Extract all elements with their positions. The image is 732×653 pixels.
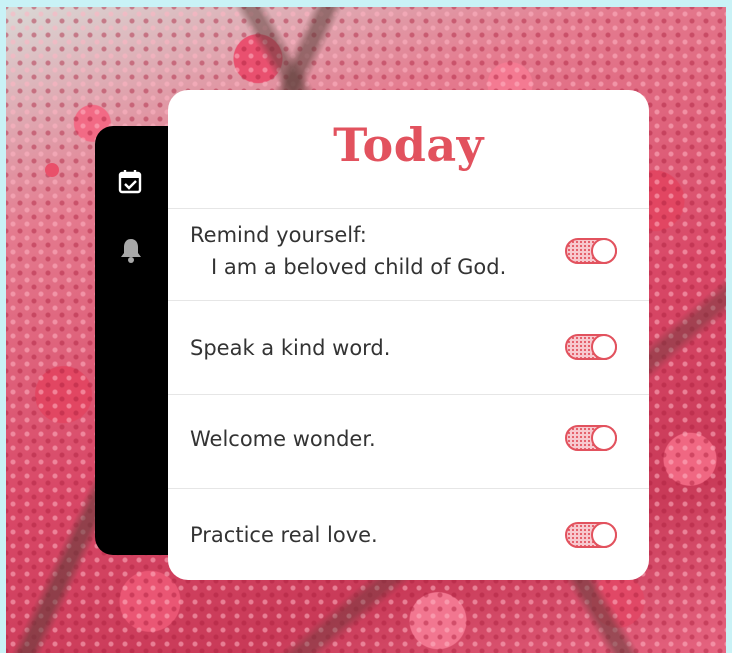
task-toggle[interactable]: [565, 334, 617, 360]
task-label: Remind yourself: I am a beloved child of…: [190, 219, 506, 283]
task-label: Speak a kind word.: [190, 336, 391, 360]
task-label-line1: Remind yourself:: [190, 223, 367, 247]
task-toggle[interactable]: [565, 425, 617, 451]
task-label: Practice real love.: [190, 523, 378, 547]
toggle-knob: [591, 238, 617, 264]
task-label: Welcome wonder.: [190, 427, 376, 451]
notification-badge: [45, 163, 59, 177]
task-row: Speak a kind word.: [168, 300, 649, 395]
toggle-knob: [591, 425, 617, 451]
toggle-knob: [591, 522, 617, 548]
bell-icon[interactable]: [117, 236, 145, 264]
task-row: Welcome wonder.: [168, 394, 649, 489]
calendar-check-icon[interactable]: [117, 168, 145, 196]
task-row: Practice real love.: [168, 488, 649, 580]
task-toggle[interactable]: [565, 522, 617, 548]
toggle-knob: [591, 334, 617, 360]
task-row: Remind yourself: I am a beloved child of…: [168, 208, 649, 301]
today-card: Today Remind yourself: I am a beloved ch…: [168, 90, 649, 580]
task-label-line2: I am a beloved child of God.: [211, 255, 507, 279]
card-title: Today: [333, 118, 484, 172]
task-toggle[interactable]: [565, 238, 617, 264]
